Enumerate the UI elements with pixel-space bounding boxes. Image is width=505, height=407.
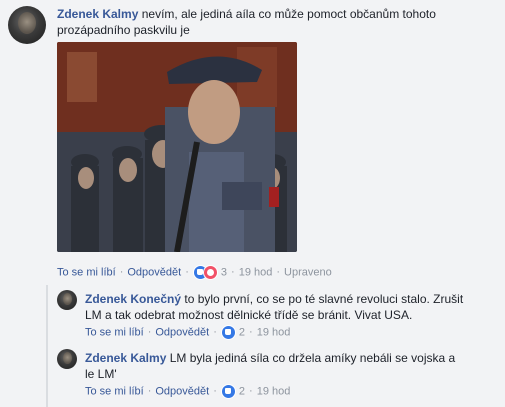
reaction-count[interactable]: 2 <box>239 385 245 397</box>
reply-text-line1: to bylo první, co se po té slavné revolu… <box>184 292 464 306</box>
reply-actions: To se mi líbí · Odpovědět · 2 · 19 hod <box>85 325 291 340</box>
avatar[interactable] <box>57 349 77 369</box>
photo-scene <box>57 42 297 252</box>
avatar[interactable] <box>8 6 46 44</box>
like-reaction-icon <box>220 384 236 399</box>
reaction-count[interactable]: 2 <box>239 326 245 338</box>
reply-link[interactable]: Odpovědět <box>127 266 181 278</box>
reaction-count[interactable]: 3 <box>221 266 227 278</box>
reply-actions: To se mi líbí · Odpovědět · 2 · 19 hod <box>85 384 291 399</box>
comment-author[interactable]: Zdenek Kalmy <box>57 7 138 21</box>
reactions[interactable] <box>220 325 236 340</box>
reply-link[interactable]: Odpovědět <box>155 326 209 338</box>
reply-link[interactable]: Odpovědět <box>155 385 209 397</box>
reply-author[interactable]: Zdenek Konečný <box>85 292 181 306</box>
thread-line <box>46 285 48 407</box>
angry-reaction-icon <box>202 265 218 280</box>
avatar-face <box>18 12 36 34</box>
edited-label[interactable]: Upraveno <box>284 266 332 278</box>
reply-author[interactable]: Zdenek Kalmy <box>85 351 166 365</box>
reply-text-line2: LM a tak odebrat možnost dělnické třídě … <box>85 308 413 322</box>
comment-actions: To se mi líbí · Odpovědět · 3 · 19 hod · Uprave… <box>57 265 332 280</box>
comment-time[interactable]: 19 hod <box>239 266 273 278</box>
avatar-face <box>63 293 72 305</box>
like-link[interactable]: To se mi líbí <box>85 385 144 397</box>
reactions[interactable] <box>192 265 218 280</box>
comment-photo[interactable] <box>57 42 297 252</box>
reply-body: Zdenek Kalmy LM byla jediná síla co drže… <box>85 350 500 382</box>
comment-text-line2: prozápadního paskvilu je <box>57 23 190 37</box>
reply-text-line1: LM byla jediná síla co držela amíky nebá… <box>169 351 456 365</box>
reactions[interactable] <box>220 384 236 399</box>
reply-time[interactable]: 19 hod <box>257 326 291 338</box>
comment-body: Zdenek Kalmy nevím, ale jediná aíla co m… <box>57 6 497 38</box>
reply-time[interactable]: 19 hod <box>257 385 291 397</box>
reply-body: Zdenek Konečný to bylo první, co se po t… <box>85 291 500 323</box>
avatar[interactable] <box>57 290 77 310</box>
like-link[interactable]: To se mi líbí <box>85 326 144 338</box>
comment-text-line1: nevím, ale jediná aíla co může pomoct ob… <box>141 7 436 21</box>
avatar-face <box>63 352 72 364</box>
like-link[interactable]: To se mi líbí <box>57 266 116 278</box>
like-reaction-icon <box>220 325 236 340</box>
reply-text-line2: le LM' <box>85 367 117 381</box>
